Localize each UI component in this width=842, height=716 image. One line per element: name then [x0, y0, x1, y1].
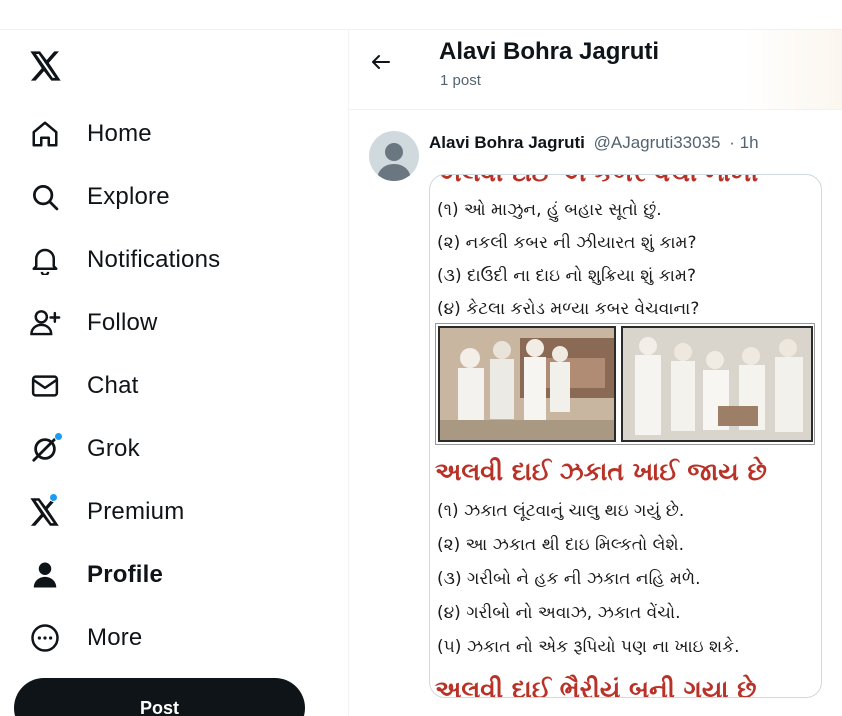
- image-text-line: (૩) ગરીબો ને હક ની ઝકાત નહિ મળે.: [437, 569, 701, 589]
- nav-label: Chat: [87, 371, 139, 399]
- nav-item-home[interactable]: Home: [28, 102, 328, 165]
- nav-label: Grok: [87, 434, 140, 462]
- image-text-line: (૫) ઝકાત નો એક રૂપિયો પણ ના ખાઇ શકે.: [437, 637, 740, 657]
- tweet-header: Alavi Bohra Jagruti @AJagruti33035 · 1h: [429, 133, 759, 153]
- profile-header: Alavi Bohra Jagruti 1 post: [349, 30, 842, 110]
- nav-item-explore[interactable]: Explore: [28, 165, 328, 228]
- page-title: Alavi Bohra Jagruti: [439, 38, 660, 65]
- tweet[interactable]: Alavi Bohra Jagruti @AJagruti33035 · 1h …: [349, 111, 842, 716]
- image-heading: અલવી દાઈ ઝકાત ખાઈ જાય છે: [435, 457, 767, 486]
- image-text-line: (૩) દાઉદી ના દાઇ નો શુક્રિયા શું કામ?: [437, 266, 696, 286]
- more-circle-icon: [28, 621, 62, 655]
- image-heading-bottom-partial: અલવી દાઈ ભૈરીયું બની ગયા છે: [435, 675, 757, 698]
- image-text-line: (૪) કેટલા કરોડ મળ્યા કબર વેચવાના?: [437, 299, 700, 319]
- avatar[interactable]: [369, 131, 419, 181]
- image-text-line: (૨) આ ઝકાત થી દાઇ મિલ્કતો લેશે.: [437, 535, 685, 555]
- back-arrow-icon[interactable]: [369, 50, 393, 74]
- image-text-line: (૧) ઝકાત લૂંટવાનું ચાલુ થઇ ગયું છે.: [437, 501, 685, 521]
- nav-item-more[interactable]: More: [28, 606, 328, 669]
- post-button[interactable]: Post: [14, 678, 305, 716]
- nav-label: Premium: [87, 497, 185, 525]
- x-logo-icon[interactable]: [28, 48, 64, 84]
- tweet-image[interactable]: અલવી દાઈ એ કબર વેચી નાખી (૧) ઓ માઝુન, હુ…: [429, 174, 822, 698]
- person-icon: [28, 558, 62, 592]
- notification-dot: [54, 431, 63, 441]
- sidebar: Home Explore Notifications Follow Chat G…: [0, 30, 348, 716]
- nav-item-notifications[interactable]: Notifications: [28, 228, 328, 291]
- nav-item-grok[interactable]: Grok: [28, 417, 328, 480]
- nav-label: Home: [87, 119, 152, 147]
- grok-icon: [28, 431, 63, 466]
- nav-label: Notifications: [87, 245, 221, 273]
- nav-item-profile[interactable]: Profile: [28, 543, 328, 606]
- nav-label: Profile: [87, 560, 164, 588]
- post-count: 1 post: [440, 72, 481, 89]
- home-icon: [28, 117, 62, 151]
- x-premium-icon: [28, 492, 62, 529]
- image-text-line: (૧) ઓ માઝુન, હું બહાર સૂતો છું.: [437, 200, 662, 220]
- nav-list: Home Explore Notifications Follow Chat G…: [28, 102, 328, 669]
- author-handle[interactable]: @AJagruti33035: [594, 133, 721, 152]
- nav-label: Explore: [87, 182, 170, 210]
- mail-icon: [28, 369, 62, 403]
- top-bar: [0, 0, 842, 30]
- nav-item-follow[interactable]: Follow: [28, 291, 328, 354]
- photo-right: [621, 326, 813, 442]
- author-name[interactable]: Alavi Bohra Jagruti: [429, 133, 585, 152]
- nav-label: More: [87, 623, 143, 651]
- search-icon: [28, 180, 62, 214]
- tweet-time[interactable]: · 1h: [729, 133, 758, 152]
- image-heading-top-partial: અલવી દાઈ એ કબર વેચી નાખી: [435, 175, 758, 188]
- image-text-line: (૪) ગરીબો નો અવાઝ, ઝકાત વેંચો.: [437, 603, 681, 623]
- nav-item-premium[interactable]: Premium: [28, 480, 328, 543]
- bell-icon: [28, 243, 62, 277]
- photo-left: [438, 326, 616, 442]
- notification-dot: [49, 492, 58, 502]
- nav-label: Follow: [87, 308, 158, 336]
- nav-item-chat[interactable]: Chat: [28, 354, 328, 417]
- add-person-icon: [28, 306, 62, 340]
- image-text-line: (૨) નકલી કબર ની ઝીયારત શું કામ?: [437, 233, 697, 253]
